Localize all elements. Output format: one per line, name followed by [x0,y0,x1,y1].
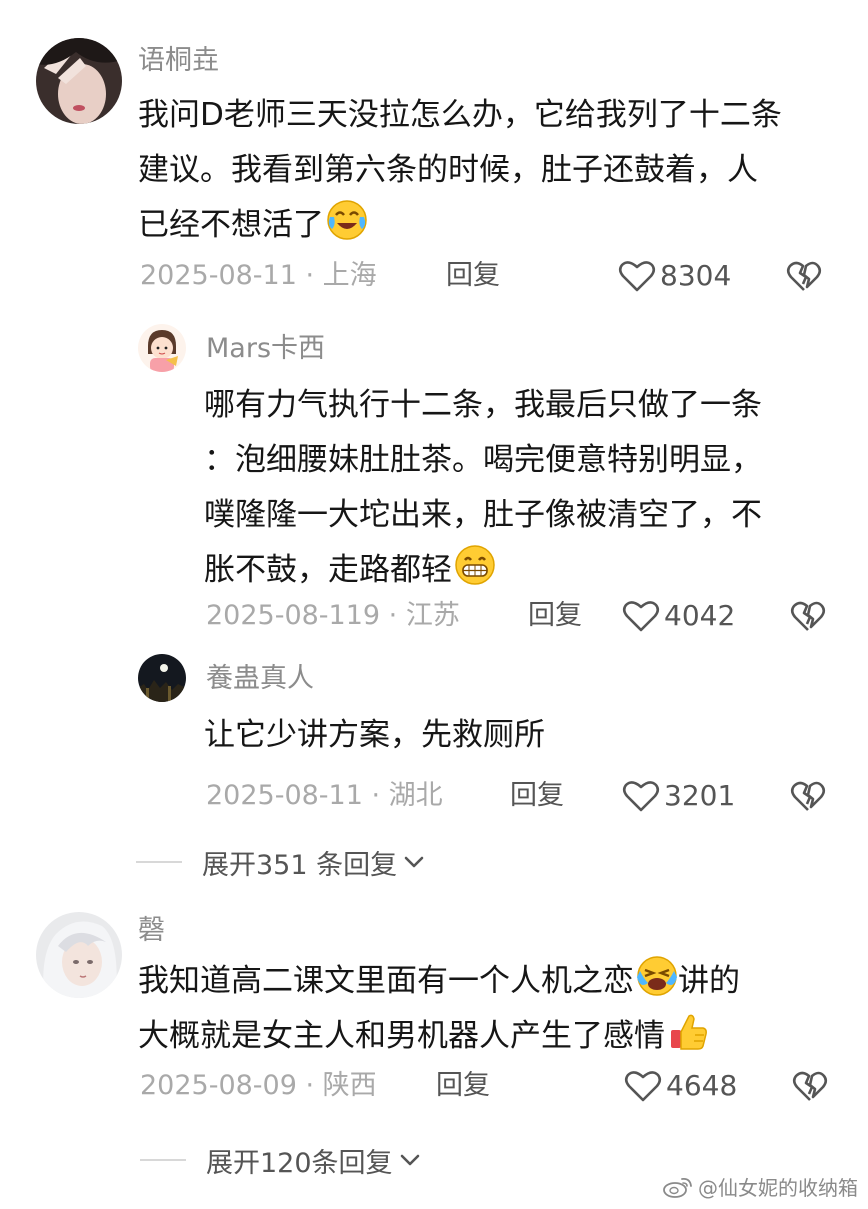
like-count: 4648 [666,1069,738,1102]
comment-line: ：泡细腰妹肚肚茶。喝完便意特别明显， [204,442,762,478]
broken-heart-icon [790,781,826,811]
expand-replies-label: 展开120条回复 [206,1147,393,1179]
divider [136,861,182,863]
reply-button[interactable]: 回复 [510,776,564,816]
like-count: 8304 [660,259,732,292]
comment-text: 哪有力气执行十二条，我最后只做了一条 ：泡细腰妹肚肚茶。喝完便意特别明显， 噗隆… [204,378,762,598]
comment-meta: 2025-08-119 · 江苏 回复 4042 [0,596,868,636]
comment-line-text: 已经不想活了 [138,207,324,243]
heart-outline-icon [618,261,656,292]
comment-date-location: 2025-08-119 · 江苏 [206,600,460,631]
comment-date-location: 2025-08-11 · 湖北 [206,780,443,811]
comment-date-location: 2025-08-09 · 陕西 [140,1070,377,1101]
reply-button[interactable]: 回复 [436,1066,490,1106]
comment-meta: 2025-08-09 · 陕西 回复 4648 [0,1066,868,1106]
dislike-button[interactable] [790,598,826,634]
reply-2: 養蛊真人 让它少讲方案，先救厕所 2025-08-11 · 湖北 回复 3201 [0,640,868,840]
comment-line-text: 大概就是女主人和男机器人产生了感情 [138,1018,665,1054]
comment-line: 让它少讲方案，先救厕所 [204,717,545,753]
grinning-emoji [454,544,496,586]
comment-text: 我问D老师三天没拉怎么办，它给我列了十二条 建议。我看到第六条的时候，肚子还鼓着… [138,88,782,253]
comment-line: 噗隆隆一大坨出来，肚子像被清空了，不 [204,497,762,533]
like-button[interactable]: 4648 [624,1066,737,1106]
comment-date-location: 2025-08-11 · 上海 [140,260,377,291]
avatar[interactable] [138,654,186,702]
avatar[interactable] [138,324,186,372]
reply-button[interactable]: 回复 [528,596,582,636]
like-button[interactable]: 4042 [622,596,735,636]
watermark-text: @仙女妮的收纳箱 [698,1176,858,1200]
comment-line: 我知道高二课文里面有一个人机之恋 讲的 [138,954,740,1009]
dislike-button[interactable] [792,1068,828,1104]
like-count: 3201 [664,779,736,812]
thumbs-up-emoji [667,1010,709,1052]
comment-line-text: 胀不鼓，走路都轻 [204,552,452,588]
broken-heart-icon [786,261,822,291]
comment-line-text: 我知道高二课文里面有一个人机之恋 [138,963,634,999]
watermark: @仙女妮的收纳箱 [662,1172,858,1201]
like-count: 4042 [664,599,736,632]
expand-replies-button[interactable]: 展开120条回复 [140,1140,421,1180]
avatar[interactable] [36,912,122,998]
reply-button[interactable]: 回复 [446,256,500,296]
like-button[interactable]: 3201 [622,776,735,816]
loudly-crying-laugh-emoji [636,955,678,997]
expand-replies-button[interactable]: 展开351 条回复 [136,842,425,882]
username[interactable]: 磬 [138,914,165,948]
comment-line-tail: 讲的 [678,963,740,999]
comment-line: 胀不鼓，走路都轻 [204,543,762,598]
username[interactable]: 语桐垚 [138,44,219,78]
username[interactable]: Mars卡西 [206,332,325,366]
comment-text: 让它少讲方案，先救厕所 [204,708,545,763]
heart-outline-icon [622,601,660,632]
avatar[interactable] [36,38,122,124]
broken-heart-icon [790,601,826,631]
comment-line: 我问D老师三天没拉怎么办，它给我列了十二条 [138,97,782,133]
comment-line: 大概就是女主人和男机器人产生了感情 [138,1009,740,1064]
comment-meta: 2025-08-11 · 上海 回复 8304 [0,256,868,296]
chevron-down-icon [404,856,424,868]
broken-heart-icon [792,1071,828,1101]
crying-laugh-emoji [326,199,368,241]
comment-1: 语桐垚 我问D老师三天没拉怎么办，它给我列了十二条 建议。我看到第六条的时候，肚… [0,0,868,300]
expand-replies-label: 展开351 条回复 [202,849,398,881]
weibo-logo-icon [663,1177,692,1198]
username[interactable]: 養蛊真人 [206,662,314,696]
heart-outline-icon [624,1071,662,1102]
comment-line: 已经不想活了 [138,198,782,253]
like-button[interactable]: 8304 [618,256,731,296]
reply-1: Mars卡西 哪有力气执行十二条，我最后只做了一条 ：泡细腰妹肚肚茶。喝完便意特… [0,300,868,640]
comment-text: 我知道高二课文里面有一个人机之恋 讲的 大概就是女主人和男机器人产生了感情 [138,954,740,1064]
heart-outline-icon [622,781,660,812]
dislike-button[interactable] [790,778,826,814]
dislike-button[interactable] [786,258,822,294]
divider [140,1159,186,1161]
comment-2: 磬 我知道高二课文里面有一个人机之恋 讲的 大概就是女主人和男机器人产生了感情 … [0,900,868,1140]
comment-meta: 2025-08-11 · 湖北 回复 3201 [0,776,868,816]
comment-line: 哪有力气执行十二条，我最后只做了一条 [204,387,762,423]
chevron-down-icon [400,1154,419,1166]
comment-line: 建议。我看到第六条的时候，肚子还鼓着，人 [138,152,758,188]
